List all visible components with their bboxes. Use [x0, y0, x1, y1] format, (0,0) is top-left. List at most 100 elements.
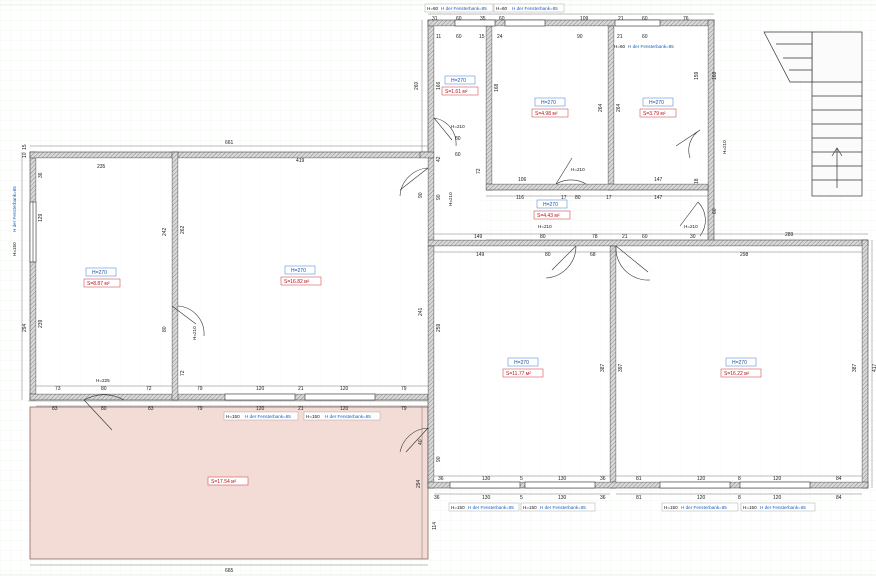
door-6-height: H=210	[684, 224, 698, 229]
room-2-area: S=16.82 м²	[284, 279, 310, 285]
dim-top-6: 21	[618, 16, 624, 22]
dim-b-120: 120	[256, 386, 265, 392]
dim-m-130b: 130	[558, 495, 567, 501]
room-6-height: H=270	[543, 202, 558, 208]
dim-v-90: 90	[418, 192, 424, 198]
dim-o-83: 83	[52, 406, 58, 412]
dim-m-84: 84	[836, 495, 842, 501]
dim-v-15: 15	[22, 144, 28, 150]
bottom-window-a-sill: H der Fensterbank=65	[468, 505, 514, 510]
door-1-height: H=210	[192, 326, 197, 340]
dim-v-90c: 90	[436, 456, 442, 462]
bottom-window-d-height: H=150	[743, 505, 757, 510]
bottom-window-c-height: H=150	[664, 505, 678, 510]
dim-o-120b: 120	[340, 406, 349, 412]
dim-row2-b: 60	[456, 34, 462, 40]
dim-m-130: 130	[482, 495, 491, 501]
door-7-height: H=210	[538, 224, 552, 229]
dim-v-264: 264	[598, 103, 604, 112]
dim-top-3: 35	[480, 16, 486, 22]
dim-v-18: 18	[694, 178, 700, 184]
dim-c-60: 60	[455, 152, 461, 158]
dim-b-73: 73	[55, 386, 61, 392]
dim-m-5: 5	[520, 495, 523, 501]
terrace-area-value: S=17.54 м²	[211, 479, 237, 485]
dim-o-80: 80	[101, 406, 107, 412]
dim-b-21: 21	[298, 386, 304, 392]
mid-window-a-height: H=150	[226, 414, 240, 419]
dim-bottom-total: 665	[225, 568, 234, 574]
dim-c-80b: 80	[575, 195, 581, 201]
dim-top-1: 31	[432, 16, 438, 22]
dim-v-259: 259	[436, 323, 442, 332]
dim-v-72: 72	[180, 370, 186, 376]
mid-window-a-sill: H der Fensterbank=65	[245, 414, 291, 419]
dim-m-8: 8	[738, 495, 741, 501]
door-4-height: H=210	[571, 167, 585, 172]
dim-row2-d: 24	[497, 34, 503, 40]
door-2-height: H=210	[448, 192, 453, 206]
room-5-height: H=270	[649, 100, 664, 106]
dim-m-36b: 36	[600, 495, 606, 501]
room-5-area: S=3.79 м²	[643, 111, 666, 117]
dim-c-149b: 149	[476, 252, 485, 258]
terrace-tag: S=17.54 м²	[207, 476, 249, 486]
room-6-area: S=4.43 м²	[537, 213, 560, 219]
room-4-area: S=4.98 м²	[535, 111, 558, 117]
dim-v-387b: 387	[852, 363, 858, 372]
dim-v-168b: 168	[712, 71, 718, 80]
top-window-a-sill: H der Fensterbank=85	[441, 6, 487, 11]
dim-c-30: 30	[690, 234, 696, 240]
door-3-height: H=210	[451, 124, 465, 129]
dim-v-72b: 72	[476, 168, 482, 174]
mid-window-b-height: H=150	[306, 414, 320, 419]
r5-window-height: H=60	[614, 44, 626, 49]
dim-k-130: 130	[482, 476, 491, 482]
room-3-height: H=270	[451, 78, 466, 84]
dim-v-417: 417	[872, 363, 876, 372]
door-8-height: H=225	[96, 378, 110, 383]
dim-v-239: 239	[38, 319, 44, 328]
mid-window-b-sill: H der Fensterbank=65	[325, 414, 371, 419]
dim-v-129: 129	[38, 213, 44, 222]
dim-top-4: 60	[499, 16, 505, 22]
dim-top-2: 60	[456, 16, 462, 22]
room-7-area: S=11.77 м²	[506, 371, 531, 377]
top-window-b-height: H=60	[496, 6, 508, 11]
dim-m-81: 81	[636, 495, 642, 501]
dim-c-147a: 147	[654, 177, 663, 183]
bottom-window-d-sill: H der Fensterbank=65	[760, 505, 806, 510]
dim-c-21a: 21	[622, 234, 628, 240]
room-8-height: H=270	[732, 360, 747, 366]
room-7-height: H=270	[514, 360, 529, 366]
dim-c-78: 78	[592, 234, 598, 240]
dim-row2-c: 15	[479, 34, 485, 40]
dim-v-260: 260	[414, 81, 420, 90]
dim-m-36: 36	[434, 495, 440, 501]
dim-v-387: 387	[600, 363, 606, 372]
dim-v-10: 10	[22, 152, 28, 158]
dim-k-84: 84	[836, 476, 842, 482]
dim-v-40: 40	[418, 439, 424, 445]
dim-b-79b: 79	[401, 386, 407, 392]
dim-o-79b: 79	[401, 406, 407, 412]
dim-k-120b: 120	[773, 476, 782, 482]
dim-v-294b: 294	[416, 479, 422, 488]
dim-o-83b: 83	[148, 406, 154, 412]
dim-v-241: 241	[418, 307, 424, 316]
dim-m-120: 120	[697, 495, 706, 501]
bottom-window-c-sill: H der Fensterbank=65	[681, 505, 727, 510]
bottom-window-b-sill: H der Fensterbank=65	[540, 505, 586, 510]
dim-v-36: 36	[38, 172, 44, 178]
dim-v-90b: 90	[436, 194, 442, 200]
floor-plan: H=60 H der Fensterbank=85 H=60 H der Fen…	[0, 0, 876, 578]
dim-c-116: 116	[516, 195, 524, 201]
left-window-height: H=150	[12, 242, 17, 256]
dim-room2-top: 419	[296, 158, 305, 164]
r5-window-sill: H der Fensterbank=85	[628, 44, 674, 49]
dim-c-149: 149	[474, 234, 483, 240]
dim-v-264b: 264	[616, 103, 622, 112]
dim-c-60b: 60	[642, 234, 648, 240]
dim-v-166: 166	[436, 81, 442, 90]
dim-k-120: 120	[697, 476, 706, 482]
